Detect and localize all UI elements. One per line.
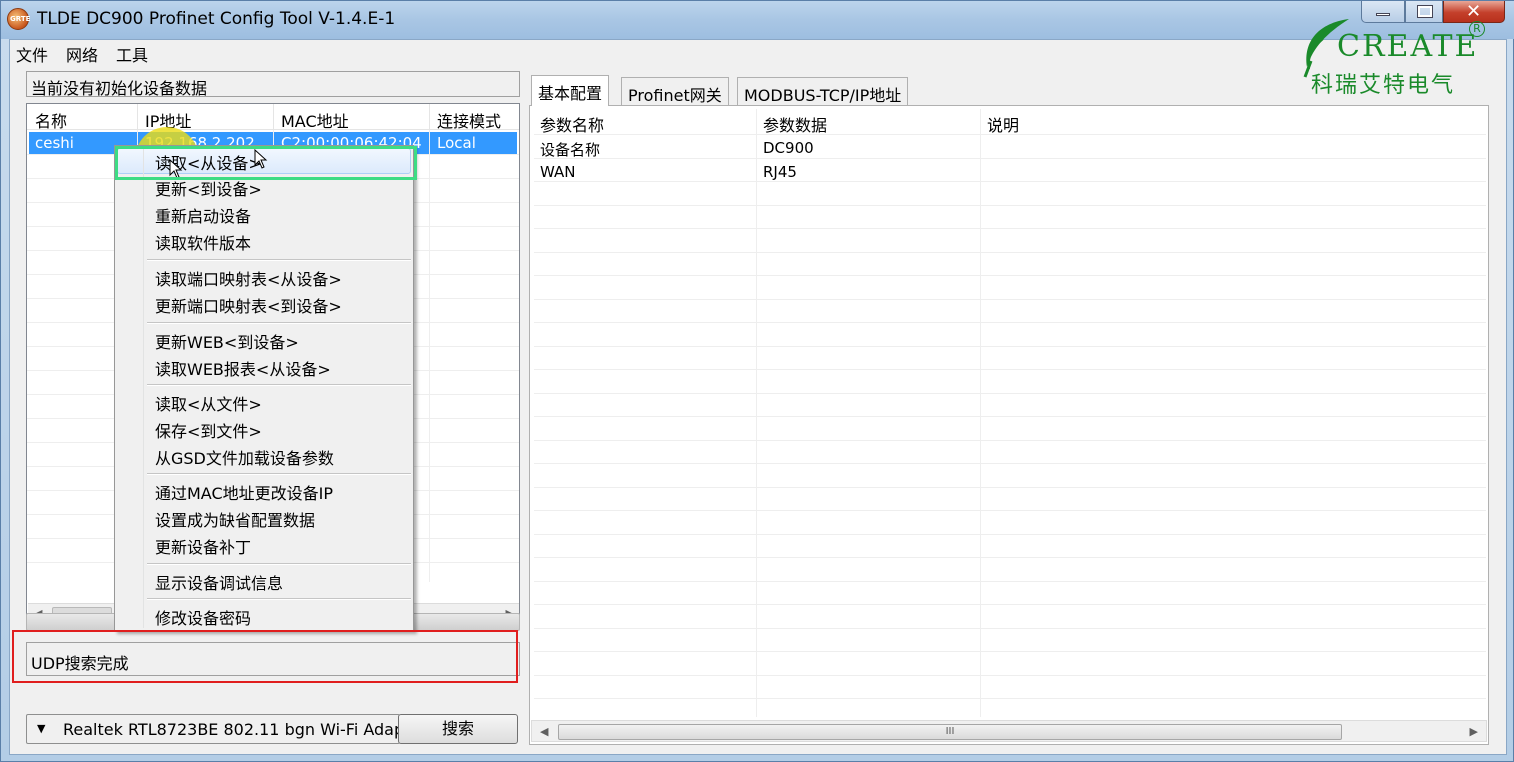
menu-tools[interactable]: 工具 bbox=[116, 42, 148, 66]
grid-line bbox=[534, 205, 1486, 206]
context-menu-item[interactable]: 读取<从文件> bbox=[155, 391, 262, 415]
grid-line bbox=[534, 628, 1486, 629]
column-separator[interactable] bbox=[273, 104, 274, 130]
column-header-param-value[interactable]: 参数数据 bbox=[763, 112, 827, 136]
column-separator[interactable] bbox=[137, 104, 138, 130]
context-menu-item[interactable]: 重新启动设备 bbox=[155, 203, 251, 227]
context-menu-gutter bbox=[143, 148, 144, 628]
grid-line bbox=[534, 698, 1486, 699]
scroll-left-icon[interactable]: ◀ bbox=[540, 725, 548, 738]
grid-line bbox=[534, 534, 1486, 535]
device-list-header: 名称 IP地址 MAC地址 连接模式 bbox=[27, 104, 519, 132]
param-name-cell: WAN bbox=[540, 163, 576, 181]
context-menu-separator bbox=[147, 259, 411, 261]
context-menu-item[interactable]: 保存<到文件> bbox=[155, 418, 262, 442]
context-menu-item[interactable]: 通过MAC地址更改设备IP bbox=[155, 480, 333, 504]
device-name-cell: ceshi bbox=[35, 134, 74, 152]
device-data-label: 当前没有初始化设备数据 bbox=[26, 71, 520, 98]
context-menu-item[interactable]: 设置成为缺省配置数据 bbox=[155, 507, 315, 531]
grid-line bbox=[534, 651, 1486, 652]
column-header-description[interactable]: 说明 bbox=[987, 112, 1019, 136]
grid-line bbox=[534, 252, 1486, 253]
column-header-name[interactable]: 名称 bbox=[35, 108, 67, 132]
tab-profinet-gateway[interactable]: Profinet网关 bbox=[621, 77, 729, 105]
menu-file[interactable]: 文件 bbox=[16, 42, 48, 66]
highlight-box-green bbox=[115, 146, 417, 180]
grid-line bbox=[534, 440, 1486, 441]
context-menu-separator bbox=[147, 384, 411, 386]
app-icon-label: GRTE bbox=[10, 15, 31, 23]
context-menu: 读取<从设备> 更新<到设备> 重新启动设备 读取软件版本 读取端口映射表<从设备> 更新… bbox=[114, 145, 414, 631]
menu-network[interactable]: 网络 bbox=[66, 42, 98, 66]
menu-bar: 文件 网络 工具 bbox=[10, 40, 1506, 66]
grid-line bbox=[534, 510, 1486, 511]
context-menu-separator bbox=[147, 563, 411, 565]
registered-mark: R bbox=[1469, 21, 1485, 37]
grid-line bbox=[534, 487, 1486, 488]
device-mode-cell: Local bbox=[437, 134, 476, 152]
logo-brand-text: CREATE bbox=[1337, 29, 1479, 64]
title-bar[interactable]: GRTE TLDE DC900 Profinet Config Tool V-1… bbox=[1, 1, 1514, 39]
grid-line bbox=[534, 299, 1486, 300]
grid-line bbox=[534, 604, 1486, 605]
grid-line bbox=[534, 581, 1486, 582]
grid-line bbox=[534, 675, 1486, 676]
brand-logo: CREATE R 科瑞艾特电气 bbox=[1297, 15, 1497, 98]
parameter-grid-hscroll[interactable]: ◀ III ▶ bbox=[531, 720, 1487, 742]
context-menu-item[interactable]: 从GSD文件加载设备参数 bbox=[155, 445, 334, 469]
app-window: GRTE TLDE DC900 Profinet Config Tool V-1… bbox=[0, 0, 1514, 762]
grid-line bbox=[534, 322, 1486, 323]
grid-line bbox=[534, 463, 1486, 464]
tab-modbus-address[interactable]: MODBUS-TCP/IP地址 bbox=[737, 77, 909, 105]
tab-basic-config[interactable]: 基本配置 bbox=[531, 75, 610, 106]
grid-line bbox=[756, 109, 757, 717]
grid-line bbox=[534, 134, 1486, 135]
grid-line bbox=[534, 557, 1486, 558]
context-menu-item[interactable]: 更新端口映射表<到设备> bbox=[155, 293, 342, 317]
grid-line bbox=[534, 158, 1486, 159]
context-menu-item[interactable]: 读取WEB报表<从设备> bbox=[155, 356, 331, 380]
param-name-cell: 设备名称 bbox=[540, 141, 601, 159]
window-title: TLDE DC900 Profinet Config Tool V-1.4.E-… bbox=[37, 9, 396, 29]
column-separator[interactable] bbox=[429, 104, 430, 130]
context-menu-item[interactable]: 读取软件版本 bbox=[155, 230, 251, 254]
grid-line bbox=[534, 393, 1486, 394]
scroll-thumb[interactable]: III bbox=[558, 724, 1342, 740]
context-menu-separator bbox=[147, 473, 411, 475]
context-menu-item[interactable]: 更新WEB<到设备> bbox=[155, 329, 299, 353]
column-header-mac[interactable]: MAC地址 bbox=[281, 108, 349, 132]
grid-line bbox=[534, 346, 1486, 347]
grid-line bbox=[534, 228, 1486, 229]
grid-line bbox=[534, 275, 1486, 276]
logo-cn-text: 科瑞艾特电气 bbox=[1311, 73, 1456, 98]
app-icon[interactable]: GRTE bbox=[7, 8, 31, 30]
adapter-select[interactable]: ▼ Realtek RTL8723BE 802.11 bgn Wi-Fi Ada… bbox=[26, 714, 427, 744]
grid-line bbox=[534, 416, 1486, 417]
search-button[interactable]: 搜索 bbox=[398, 714, 518, 744]
grid-line bbox=[534, 181, 1486, 182]
context-menu-item[interactable]: 修改设备密码 bbox=[155, 605, 251, 629]
context-menu-separator bbox=[147, 322, 411, 324]
param-value-cell: DC900 bbox=[763, 139, 814, 157]
grid-line bbox=[534, 369, 1486, 370]
grid-line bbox=[980, 109, 981, 717]
context-menu-item[interactable]: 读取端口映射表<从设备> bbox=[155, 266, 342, 290]
adapter-select-value: Realtek RTL8723BE 802.11 bgn Wi-Fi Adapt… bbox=[63, 720, 427, 739]
context-menu-item[interactable]: 更新设备补丁 bbox=[155, 534, 251, 558]
context-menu-separator bbox=[147, 598, 411, 600]
context-menu-item[interactable]: 显示设备调试信息 bbox=[155, 570, 283, 594]
dropdown-arrow-icon: ▼ bbox=[37, 722, 46, 735]
param-value-cell: RJ45 bbox=[763, 163, 797, 181]
grid-line bbox=[429, 130, 430, 582]
highlight-box-red bbox=[12, 630, 518, 683]
column-header-mode[interactable]: 连接模式 bbox=[437, 108, 501, 132]
column-header-param-name[interactable]: 参数名称 bbox=[540, 112, 604, 136]
scroll-right-icon[interactable]: ▶ bbox=[1470, 725, 1478, 738]
parameter-grid[interactable]: 参数名称 参数数据 说明 设备名称 DC900 WAN RJ45 bbox=[534, 109, 1486, 717]
